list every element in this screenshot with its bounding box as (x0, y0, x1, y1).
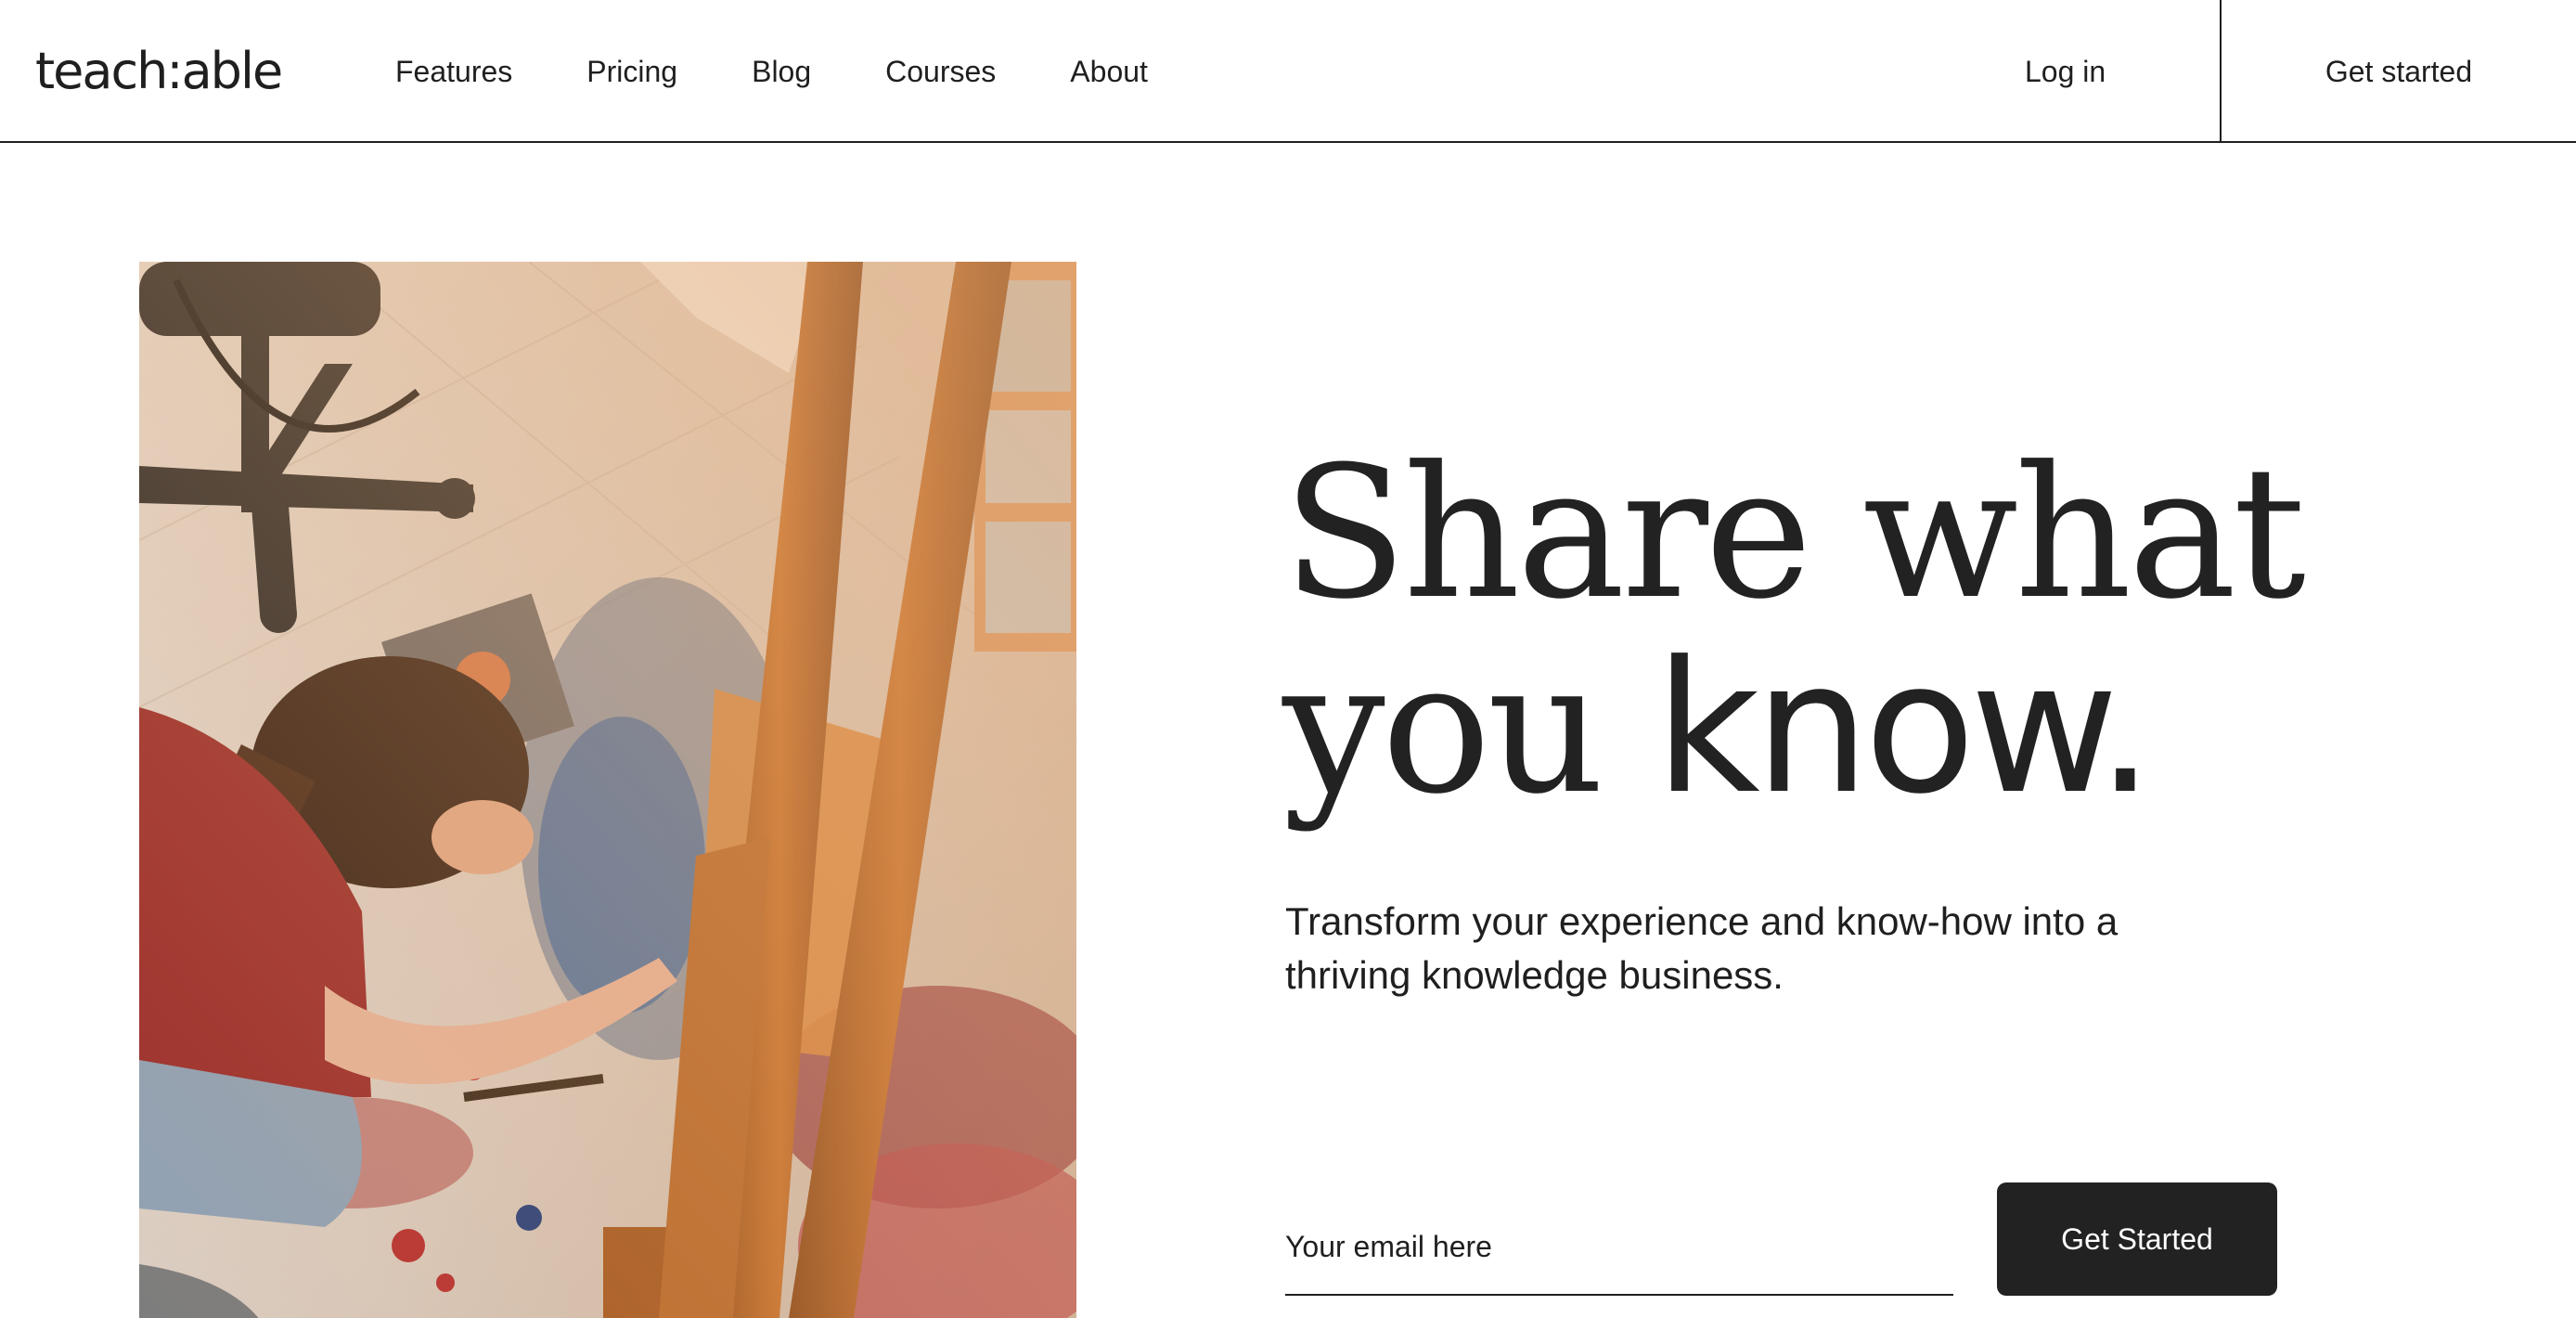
login-link[interactable]: Log in (2025, 53, 2106, 90)
hero-subheading: Transform your experience and know-how i… (1285, 899, 2119, 997)
headline-line-2-serif: you (1282, 623, 1604, 834)
email-input[interactable] (1285, 1199, 1953, 1296)
hero-photo-illustration (139, 262, 1076, 1318)
nav-link-courses[interactable]: Courses (885, 53, 996, 90)
nav-link-about[interactable]: About (1070, 53, 1148, 90)
headline-line-2: you know. (1282, 631, 2489, 826)
teachable-logo[interactable]: teach:able (35, 37, 283, 106)
headline-line-2-emphasis: know. (1655, 623, 2154, 834)
hero-headline: Share what you know. (1282, 436, 2489, 826)
hero-photo (139, 262, 1076, 1318)
headline-line-1: Share what (1282, 428, 2306, 640)
site-header: teach:able Features Pricing Blog Courses… (0, 0, 2576, 143)
main-nav: Features Pricing Blog Courses About (395, 0, 1222, 143)
header-get-started-button[interactable]: Get started (2222, 0, 2576, 143)
get-started-button[interactable]: Get Started (1997, 1182, 2277, 1296)
nav-link-features[interactable]: Features (395, 53, 512, 90)
nav-link-pricing[interactable]: Pricing (586, 53, 677, 90)
nav-link-blog[interactable]: Blog (752, 53, 811, 90)
